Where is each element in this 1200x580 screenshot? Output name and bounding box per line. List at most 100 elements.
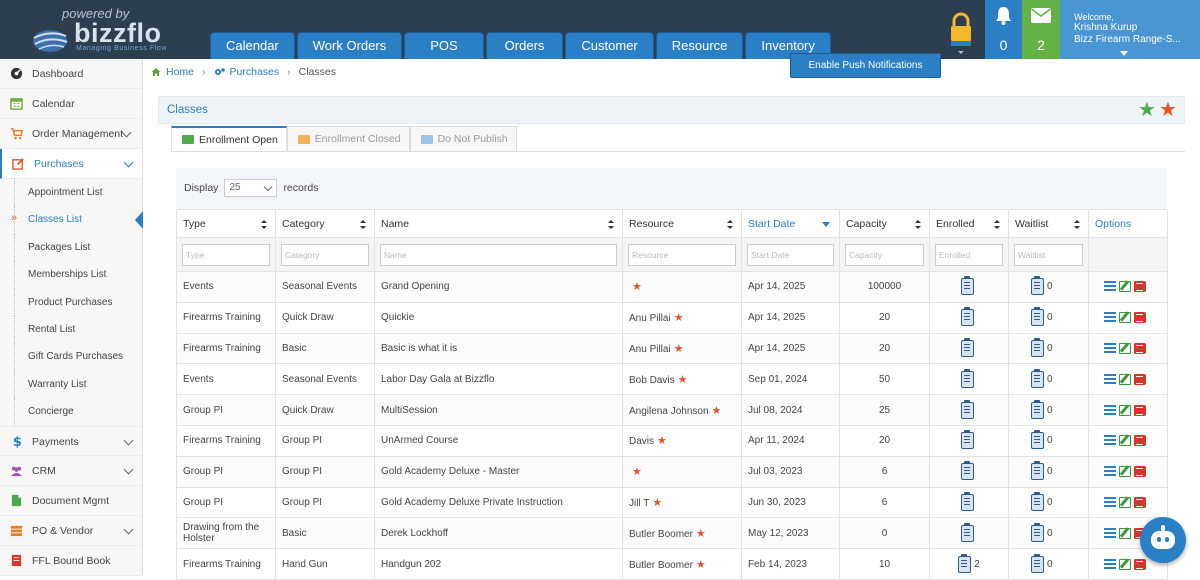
- tab-enrollment-open[interactable]: Enrollment Open: [171, 126, 287, 152]
- edit-icon[interactable]: [1119, 558, 1131, 570]
- sidebar-sub-rental-list[interactable]: Rental List: [0, 315, 142, 344]
- orange-star-icon[interactable]: ★: [1159, 100, 1177, 120]
- edit-icon[interactable]: [1119, 342, 1131, 354]
- book-icon[interactable]: [1134, 342, 1146, 354]
- col-waitlist[interactable]: Waitlist: [1008, 209, 1089, 238]
- list-icon[interactable]: [1104, 496, 1116, 508]
- list-icon[interactable]: [1104, 404, 1116, 416]
- edit-icon[interactable]: [1119, 496, 1131, 508]
- list-icon[interactable]: [1104, 527, 1116, 539]
- filter-name[interactable]: Name: [380, 243, 617, 266]
- book-icon[interactable]: [1134, 466, 1146, 478]
- book-icon[interactable]: [1134, 558, 1146, 570]
- clipboard-icon[interactable]: [1031, 430, 1044, 450]
- enable-push-notifications-button[interactable]: Enable Push Notifications: [790, 53, 941, 78]
- bizzflo-logo[interactable]: powered by bizzflo Managing Business Flo…: [30, 6, 190, 54]
- edit-icon[interactable]: [1119, 281, 1131, 293]
- list-icon[interactable]: [1104, 466, 1116, 478]
- col-category[interactable]: Category: [275, 209, 375, 238]
- sidebar-item-order-management[interactable]: Order Management: [0, 119, 142, 149]
- green-star-icon[interactable]: ★: [1138, 100, 1156, 120]
- records-per-page-select[interactable]: 25: [224, 179, 278, 197]
- nav-orders[interactable]: Orders: [485, 32, 564, 59]
- sidebar-item-dashboard[interactable]: Dashboard: [0, 59, 142, 89]
- edit-icon[interactable]: [1119, 466, 1131, 478]
- nav-resource[interactable]: Resource: [655, 32, 744, 59]
- list-icon[interactable]: [1104, 281, 1116, 293]
- book-icon[interactable]: [1134, 496, 1146, 508]
- sidebar-sub-memberships-list[interactable]: Memberships List: [0, 261, 142, 289]
- filter-category[interactable]: Category: [281, 243, 369, 266]
- book-icon[interactable]: [1134, 373, 1146, 385]
- chatbot-button[interactable]: [1140, 517, 1186, 563]
- list-icon[interactable]: [1104, 558, 1116, 570]
- sidebar-item-purchases[interactable]: Purchases: [0, 149, 142, 179]
- col-name[interactable]: Name: [374, 209, 623, 238]
- book-icon[interactable]: [1134, 281, 1146, 293]
- sidebar-sub-gift-cards-purchases[interactable]: Gift Cards Purchases: [0, 343, 142, 372]
- clipboard-icon[interactable]: [1031, 399, 1044, 419]
- clipboard-icon[interactable]: [961, 430, 974, 450]
- tab-do-not-publish[interactable]: Do Not Publish: [409, 126, 517, 152]
- clipboard-icon[interactable]: [961, 522, 974, 542]
- nav-work-orders[interactable]: Work Orders: [296, 32, 403, 59]
- sidebar-item-document-mgmt[interactable]: Document Mgmt: [0, 486, 142, 516]
- clipboard-icon[interactable]: [1031, 461, 1044, 481]
- clipboard-icon[interactable]: [1031, 491, 1044, 511]
- edit-icon[interactable]: [1119, 527, 1131, 539]
- clipboard-icon[interactable]: [1031, 337, 1044, 357]
- user-menu[interactable]: Welcome, Krishna Kurup Bizz Firearm Rang…: [1060, 0, 1200, 59]
- col-start-date[interactable]: Start Date: [741, 209, 840, 238]
- edit-icon[interactable]: [1119, 435, 1131, 447]
- sidebar-sub-classes-list[interactable]: » Classes List: [0, 206, 143, 235]
- clipboard-icon[interactable]: [961, 368, 974, 388]
- filter-resource[interactable]: Resource: [628, 243, 736, 266]
- notifications-button[interactable]: 0: [985, 0, 1022, 59]
- clipboard-icon[interactable]: [961, 276, 974, 296]
- edit-icon[interactable]: [1119, 312, 1131, 324]
- sidebar-item-payments[interactable]: $ Payments: [0, 425, 142, 456]
- clipboard-icon[interactable]: [961, 461, 974, 481]
- edit-icon[interactable]: [1119, 404, 1131, 416]
- list-icon[interactable]: [1104, 373, 1116, 385]
- sidebar-item-po-vendor[interactable]: PO & Vendor: [0, 516, 142, 546]
- col-type[interactable]: Type: [176, 209, 276, 238]
- sidebar-item-calendar[interactable]: Calendar: [0, 89, 142, 119]
- col-resource[interactable]: Resource: [622, 209, 742, 238]
- sidebar-sub-concierge[interactable]: Concierge: [0, 398, 142, 426]
- book-icon[interactable]: [1134, 435, 1146, 447]
- tab-enrollment-closed[interactable]: Enrollment Closed: [286, 126, 410, 152]
- sidebar-sub-warranty-list[interactable]: Warranty List: [0, 370, 142, 399]
- book-icon[interactable]: [1134, 404, 1146, 416]
- list-icon[interactable]: [1104, 435, 1116, 447]
- sidebar-item-crm[interactable]: CRM: [0, 456, 142, 486]
- filter-start-date[interactable]: Start Date: [747, 243, 834, 266]
- edit-icon[interactable]: [1119, 373, 1131, 385]
- clipboard-icon[interactable]: [1031, 307, 1044, 327]
- clipboard-icon[interactable]: [958, 553, 972, 573]
- clipboard-icon[interactable]: [961, 337, 974, 357]
- list-icon[interactable]: [1104, 312, 1116, 324]
- filter-capacity[interactable]: Capacity: [845, 243, 924, 266]
- filter-enrolled[interactable]: Enrolled: [935, 243, 1003, 266]
- lock-button[interactable]: [941, 0, 981, 59]
- clipboard-icon[interactable]: [961, 307, 974, 327]
- clipboard-icon[interactable]: [1031, 553, 1044, 573]
- sidebar-sub-packages-list[interactable]: Packages List: [0, 233, 142, 262]
- clipboard-icon[interactable]: [1031, 522, 1044, 542]
- clipboard-icon[interactable]: [1031, 276, 1044, 296]
- breadcrumb-home[interactable]: Home: [166, 66, 194, 78]
- clipboard-icon[interactable]: [961, 491, 974, 511]
- book-icon[interactable]: [1134, 312, 1146, 324]
- sidebar-sub-appointment-list[interactable]: Appointment List: [0, 179, 142, 207]
- list-icon[interactable]: [1104, 342, 1116, 354]
- breadcrumb-purchases[interactable]: Purchases: [230, 66, 280, 78]
- messages-button[interactable]: 2: [1022, 0, 1060, 59]
- sidebar-sub-product-purchases[interactable]: Product Purchases: [0, 288, 142, 317]
- clipboard-icon[interactable]: [1031, 368, 1044, 388]
- col-enrolled[interactable]: Enrolled: [929, 209, 1009, 238]
- nav-pos[interactable]: POS: [404, 32, 484, 59]
- filter-type[interactable]: Type: [182, 243, 270, 266]
- col-capacity[interactable]: Capacity: [839, 209, 930, 238]
- sidebar-item-ffl-bound-book[interactable]: FFL Bound Book: [0, 546, 142, 576]
